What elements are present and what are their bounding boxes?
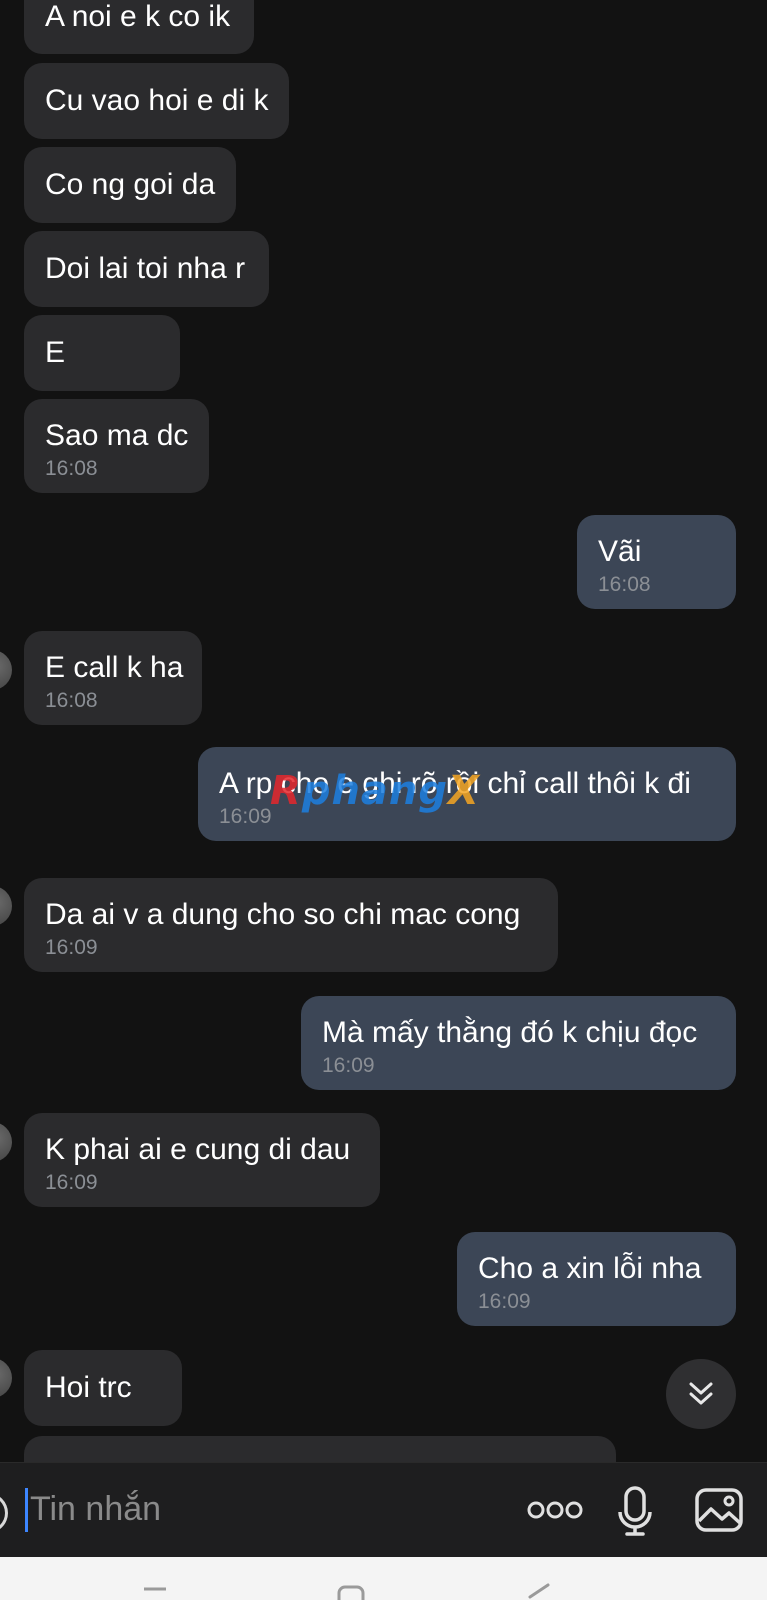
message-bubble-outgoing[interactable]: Cho a xin lỗi nha 16:09 (457, 1232, 736, 1326)
message-bubble-incoming[interactable]: Da ai v a dung cho so chi mac cong 16:09 (24, 878, 558, 972)
message-text: E call k ha (45, 651, 184, 684)
message-bubble-incoming[interactable]: Hoi trc (24, 1350, 182, 1426)
message-bubble-incoming[interactable]: E call k ha 16:08 (24, 631, 202, 725)
message-text: K phai ai e cung di dau (45, 1133, 351, 1166)
message-timestamp: 16:09 (219, 805, 272, 828)
chat-thread[interactable]: A noi e k co ik Cu vao hoi e di k Co ng … (0, 0, 767, 1462)
back-icon[interactable] (524, 1583, 554, 1600)
scroll-to-bottom-button[interactable] (666, 1359, 736, 1429)
message-text: A noi e k co ik (45, 0, 231, 33)
text-caret (25, 1488, 28, 1532)
microphone-icon (618, 1486, 652, 1536)
more-options-button[interactable] (525, 1485, 585, 1535)
message-bubble-outgoing[interactable]: Mà mấy thằng đó k chịu đọc 16:09 (301, 996, 736, 1090)
voice-message-button[interactable] (613, 1485, 657, 1539)
message-input[interactable] (30, 1485, 490, 1533)
message-bubble-incoming[interactable]: A noi e k co ik (24, 0, 254, 54)
contact-avatar[interactable] (0, 1358, 12, 1398)
message-text: Sao ma dc (45, 419, 189, 452)
message-text: Doi lai toi nha r (45, 252, 246, 285)
message-timestamp: 16:09 (322, 1054, 375, 1077)
contact-avatar[interactable] (0, 1122, 12, 1162)
message-timestamp: 16:08 (598, 573, 651, 596)
gallery-button[interactable] (692, 1485, 746, 1535)
message-text: Mà mấy thằng đó k chịu đọc (322, 1016, 698, 1049)
contact-avatar[interactable] (0, 650, 12, 690)
message-text: Da ai v a dung cho so chi mac cong (45, 898, 521, 931)
message-bubble-incoming[interactable]: Sao ma dc 16:08 (24, 399, 209, 493)
contact-avatar[interactable] (0, 886, 12, 926)
message-text: Hoi trc (45, 1371, 132, 1404)
message-timestamp: 16:09 (45, 936, 98, 959)
message-text: Cho a xin lỗi nha (478, 1252, 702, 1285)
double-chevron-down-icon (689, 1382, 713, 1405)
message-timestamp: 16:09 (45, 1171, 98, 1194)
more-dots-icon (527, 1501, 583, 1519)
message-bubble-incoming[interactable]: K phai ai e cung di dau 16:09 (24, 1113, 380, 1207)
message-text: E (45, 336, 66, 369)
message-timestamp: 16:08 (45, 457, 98, 480)
message-timestamp: 16:08 (45, 689, 98, 712)
message-text: Vãi (598, 535, 642, 568)
recent-apps-icon[interactable] (140, 1585, 170, 1600)
attachment-edge-icon[interactable] (0, 1493, 8, 1533)
message-composer (0, 1462, 767, 1557)
message-bubble-incoming[interactable]: Doi lai toi nha r (24, 231, 269, 307)
message-timestamp: 16:09 (478, 1290, 531, 1313)
image-gallery-icon (695, 1488, 743, 1532)
message-bubble-incoming[interactable]: E (24, 315, 180, 391)
message-bubble-outgoing[interactable]: A rp cho e ghi rõ rồi chỉ call thôi k đi… (198, 747, 736, 841)
system-navigation-bar (0, 1557, 767, 1600)
message-text: A rp cho e ghi rõ rồi chỉ call thôi k đi (219, 767, 691, 800)
message-text: Cu vao hoi e di k (45, 84, 269, 117)
message-bubble-incoming[interactable]: Co ng goi da (24, 147, 236, 223)
message-bubble-incoming[interactable]: Cu vao hoi e di k (24, 63, 289, 139)
message-bubble-outgoing[interactable]: Vãi 16:08 (577, 515, 736, 609)
message-text: Co ng goi da (45, 168, 216, 201)
home-icon[interactable] (336, 1585, 366, 1600)
message-bubble-incoming-partial[interactable] (24, 1436, 616, 1462)
